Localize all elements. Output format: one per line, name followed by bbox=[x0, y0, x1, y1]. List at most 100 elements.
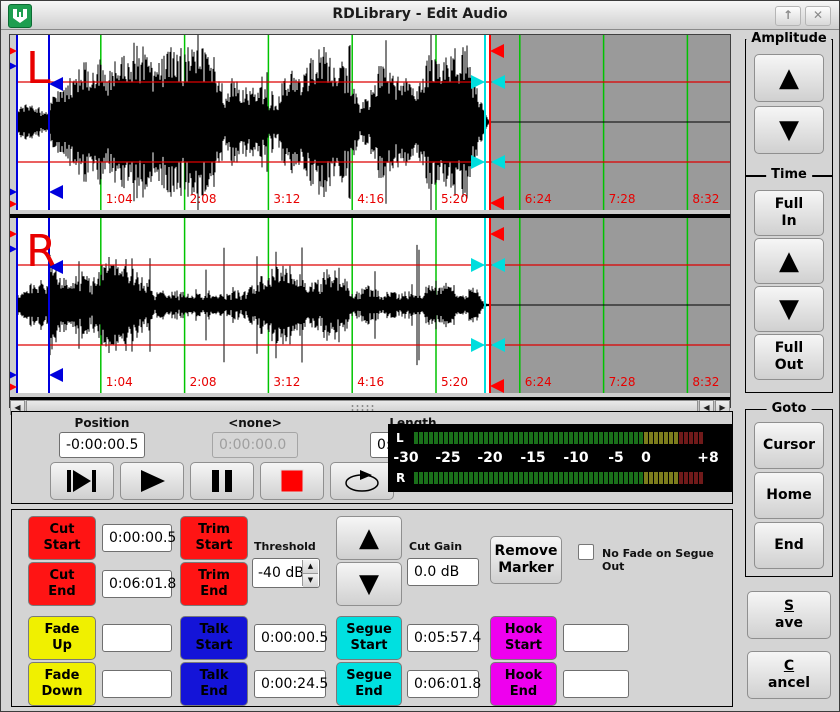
pause-icon bbox=[208, 468, 236, 494]
play-from-start-icon bbox=[64, 468, 100, 494]
segue-end-button[interactable]: SegueEnd bbox=[336, 662, 402, 706]
svg-text:6:24: 6:24 bbox=[525, 192, 552, 206]
svg-text:1:04: 1:04 bbox=[106, 375, 133, 389]
marker-up-button[interactable]: ▲ bbox=[336, 516, 402, 560]
play-from-start-button[interactable] bbox=[50, 462, 114, 500]
time-zoom-in-button[interactable]: ▲ bbox=[754, 238, 824, 284]
up-arrow-icon: ▲ bbox=[359, 525, 379, 551]
spin-down-icon[interactable]: ▼ bbox=[303, 574, 318, 587]
fade-up-button[interactable]: FadeUp bbox=[28, 616, 96, 660]
talk-start-field: 0:00:00.5 bbox=[254, 624, 326, 652]
stop-button[interactable] bbox=[260, 462, 324, 500]
goto-cursor-button[interactable]: Cursor bbox=[754, 422, 824, 469]
transport-panel: Position -0:00:00.5 <none> 0:00:00.0 Len… bbox=[11, 411, 733, 504]
no-fade-label: No Fade on Segue Out bbox=[602, 547, 732, 573]
play-button[interactable] bbox=[120, 462, 184, 500]
goto-home-button[interactable]: Home bbox=[754, 472, 824, 519]
meter-scale-label: -25 bbox=[435, 450, 460, 466]
svg-text:5:20: 5:20 bbox=[441, 192, 468, 206]
meter-scale-label: +8 bbox=[697, 450, 718, 466]
cut-end-button[interactable]: CutEnd bbox=[28, 562, 96, 606]
hook-end-button[interactable]: HookEnd bbox=[490, 662, 557, 706]
threshold-spin-buttons[interactable]: ▲ ▼ bbox=[302, 560, 318, 586]
no-fade-checkbox[interactable] bbox=[578, 544, 594, 560]
full-in-button[interactable]: FullIn bbox=[754, 190, 824, 236]
meter-right-segments bbox=[414, 472, 704, 484]
meter-scale-label: -5 bbox=[608, 450, 624, 466]
amplitude-up-button[interactable]: ▲ bbox=[754, 54, 824, 102]
edit-audio-window: RDLibrary - Edit Audio ↑ ✕ 1:04 2:08 3:12 4… bbox=[0, 0, 840, 712]
meter-right-row: R bbox=[388, 471, 732, 484]
goto-end-button[interactable]: End bbox=[754, 522, 824, 569]
segue-start-field: 0:05:57.4 bbox=[407, 624, 479, 652]
marker-down-button[interactable]: ▼ bbox=[336, 562, 402, 606]
stop-icon bbox=[279, 468, 305, 494]
svg-text:1:04: 1:04 bbox=[106, 192, 133, 206]
svg-text:6:24: 6:24 bbox=[525, 375, 552, 389]
cut-start-button[interactable]: CutStart bbox=[28, 516, 96, 560]
time-zoom-out-button[interactable]: ▼ bbox=[754, 286, 824, 332]
hook-start-button[interactable]: HookStart bbox=[490, 616, 557, 660]
amplitude-down-button[interactable]: ▼ bbox=[754, 106, 824, 154]
loop-icon bbox=[342, 468, 382, 494]
threshold-label: Threshold bbox=[254, 540, 316, 553]
segue-start-button[interactable]: SegueStart bbox=[336, 616, 402, 660]
svg-text:2:08: 2:08 bbox=[190, 375, 217, 389]
shade-window-button[interactable]: ↑ bbox=[775, 6, 801, 26]
meter-left-row: L bbox=[388, 431, 732, 444]
fade-down-field bbox=[102, 670, 172, 698]
waveform-right-channel[interactable]: 1:042:083:124:165:206:247:288:32R bbox=[10, 218, 730, 393]
pause-button[interactable] bbox=[190, 462, 254, 500]
spin-up-icon[interactable]: ▲ bbox=[303, 560, 318, 574]
talk-end-button[interactable]: TalkEnd bbox=[180, 662, 248, 706]
threshold-spinbox[interactable]: -40 dB ▲ ▼ bbox=[252, 558, 320, 588]
svg-text:8:32: 8:32 bbox=[692, 375, 719, 389]
hook-start-field bbox=[563, 624, 629, 652]
cut-end-field: 0:06:01.8 bbox=[102, 570, 172, 598]
waveform-left-channel[interactable]: 1:042:083:124:165:206:247:288:32L bbox=[10, 35, 730, 210]
remove-marker-button[interactable]: RemoveMarker bbox=[490, 536, 562, 584]
loop-button[interactable] bbox=[330, 462, 394, 500]
position-field: -0:00:00.5 bbox=[59, 432, 145, 458]
svg-text:5:20: 5:20 bbox=[441, 375, 468, 389]
cut-gain-field: 0.0 dB bbox=[407, 558, 479, 586]
up-arrow-icon: ▲ bbox=[779, 248, 799, 274]
fade-down-button[interactable]: FadeDown bbox=[28, 662, 96, 706]
meter-right-label: R bbox=[388, 471, 414, 485]
svg-text:R: R bbox=[26, 226, 57, 277]
trim-start-button[interactable]: TrimStart bbox=[180, 516, 248, 560]
meter-left-label: L bbox=[388, 431, 414, 445]
meter-scale-label: 0 bbox=[641, 450, 651, 466]
save-button[interactable]: Save bbox=[747, 591, 831, 639]
cut-gain-label: Cut Gain bbox=[409, 540, 462, 553]
svg-text:3:12: 3:12 bbox=[273, 192, 300, 206]
time-group-title: Time bbox=[766, 167, 812, 182]
svg-text:L: L bbox=[26, 43, 51, 94]
meter-scale-label: -15 bbox=[520, 450, 545, 466]
cut-start-field: 0:00:00.5 bbox=[102, 524, 172, 552]
meter-scale-label: -30 bbox=[393, 450, 418, 466]
amplitude-group-title: Amplitude bbox=[746, 31, 831, 46]
down-arrow-icon: ▼ bbox=[779, 117, 799, 143]
svg-text:3:12: 3:12 bbox=[273, 375, 300, 389]
close-window-button[interactable]: ✕ bbox=[805, 6, 831, 26]
meter-scale: -30-25-20-15-10-50+8 bbox=[388, 450, 732, 466]
waveform-display: 1:042:083:124:165:206:247:288:32L 1:042:… bbox=[9, 34, 731, 408]
svg-text:7:28: 7:28 bbox=[609, 192, 636, 206]
down-arrow-icon: ▼ bbox=[359, 571, 379, 597]
window-title: RDLibrary - Edit Audio bbox=[1, 6, 839, 22]
cancel-button[interactable]: Cancel bbox=[747, 651, 831, 699]
trim-end-button[interactable]: TrimEnd bbox=[180, 562, 248, 606]
down-arrow-icon: ▼ bbox=[779, 296, 799, 322]
talk-start-button[interactable]: TalkStart bbox=[180, 616, 248, 660]
audio-meter: L -30-25-20-15-10-50+8 R bbox=[388, 424, 732, 492]
overlap-field: 0:00:00.0 bbox=[212, 432, 298, 458]
up-arrow-icon: ▲ bbox=[779, 65, 799, 91]
fade-up-field bbox=[102, 624, 172, 652]
full-out-button[interactable]: FullOut bbox=[754, 334, 824, 380]
overlap-label: <none> bbox=[212, 416, 298, 430]
amplitude-group: Amplitude ▲ ▼ bbox=[745, 39, 833, 177]
hook-end-field bbox=[563, 670, 629, 698]
svg-text:4:16: 4:16 bbox=[357, 375, 384, 389]
goto-group-title: Goto bbox=[767, 401, 812, 416]
